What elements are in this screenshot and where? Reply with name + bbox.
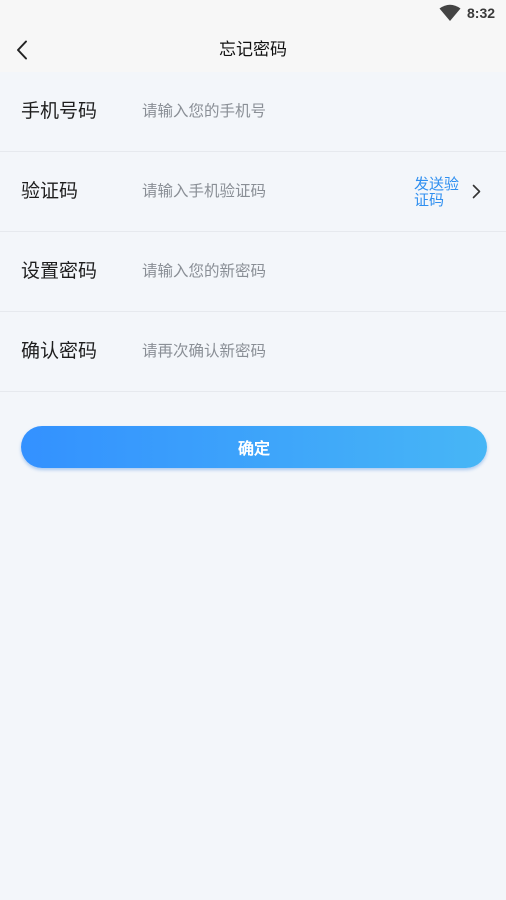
status-bar: 8:32: [0, 0, 506, 28]
wifi-icon: [439, 4, 461, 22]
form-row-phone: 手机号码: [0, 72, 506, 152]
send-code-button[interactable]: 发送验证码: [414, 174, 496, 210]
confirm-button[interactable]: 确定: [21, 426, 487, 468]
confirm-password-label: 确认密码: [21, 340, 98, 362]
phone-input[interactable]: [142, 96, 392, 126]
new-password-label: 设置密码: [21, 260, 98, 282]
code-label: 验证码: [21, 180, 79, 202]
nav-bar: 忘记密码: [0, 28, 506, 72]
page-title: 忘记密码: [219, 40, 287, 60]
status-time: 8:32: [467, 5, 496, 21]
phone-label: 手机号码: [21, 100, 98, 122]
form-row-confirm-password: 确认密码: [0, 312, 506, 392]
code-input[interactable]: [142, 176, 392, 206]
form-row-new-password: 设置密码: [0, 232, 506, 312]
reset-password-form: 手机号码 验证码 发送验证码 设置密码 确认密码: [0, 72, 506, 392]
new-password-input[interactable]: [142, 256, 392, 286]
confirm-password-input[interactable]: [142, 336, 392, 366]
form-row-code: 验证码 发送验证码: [0, 152, 506, 232]
chevron-right-icon: [472, 184, 481, 199]
send-code-label: 发送验证码: [414, 175, 460, 209]
